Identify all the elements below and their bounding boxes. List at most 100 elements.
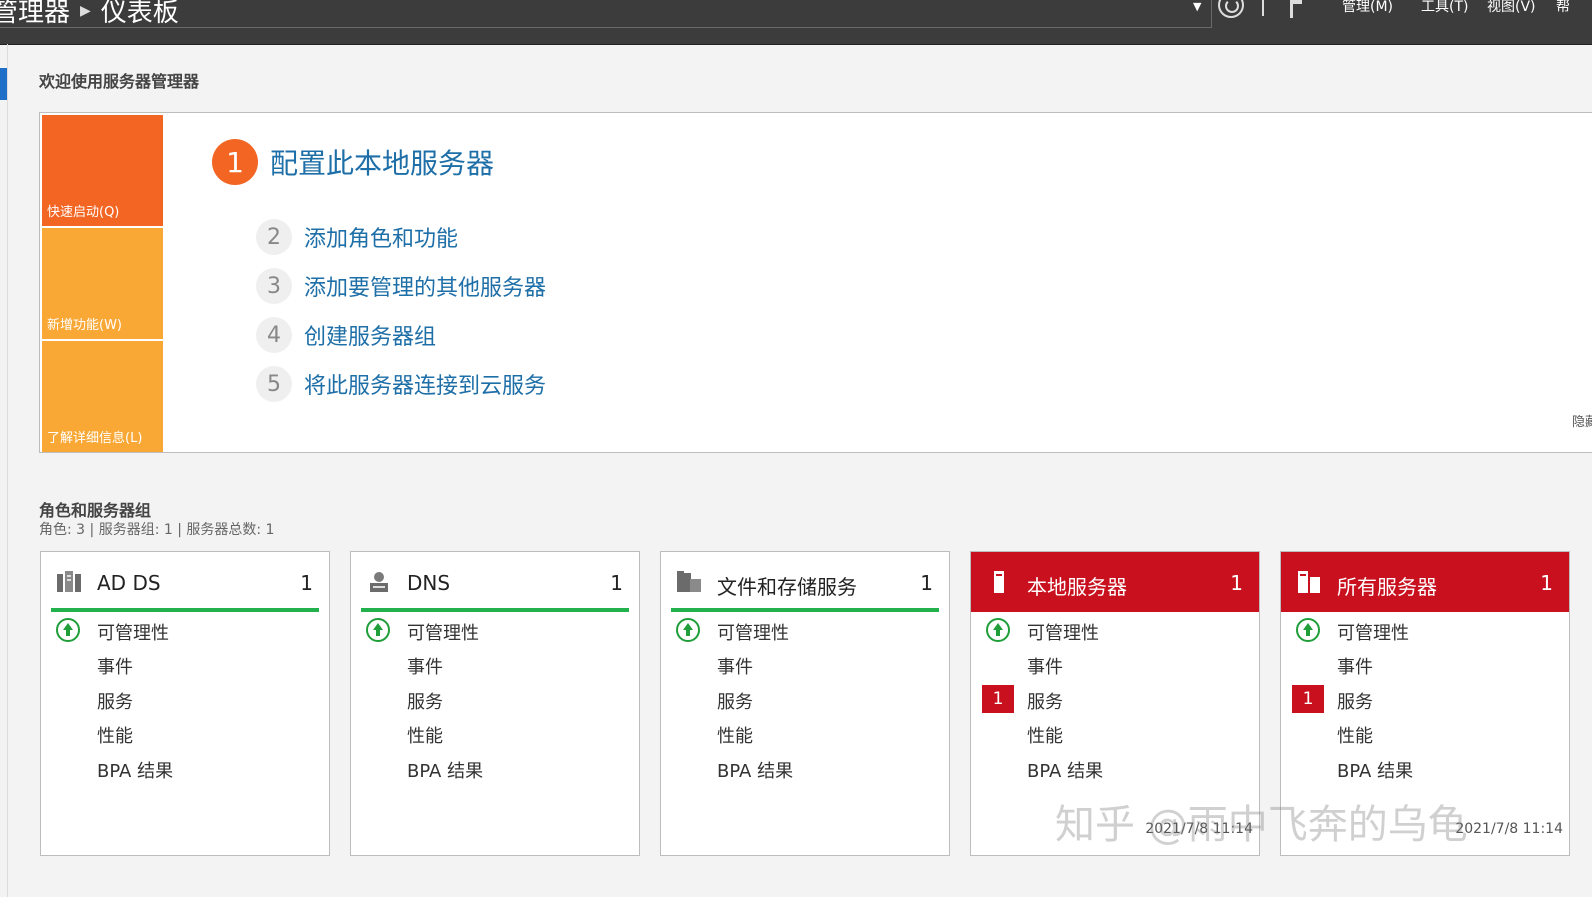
- row-performance[interactable]: 性能: [41, 718, 329, 750]
- step-connect-cloud[interactable]: 5 将此服务器连接到云服务: [256, 366, 546, 402]
- step-add-roles[interactable]: 2 添加角色和功能: [256, 219, 458, 255]
- roles-section-title: 角色和服务器组: [39, 501, 152, 520]
- status-label[interactable]: 性能: [407, 722, 443, 748]
- row-services[interactable]: 服务: [661, 684, 949, 716]
- status-label[interactable]: 事件: [407, 653, 443, 679]
- row-bpa-results[interactable]: BPA 结果: [41, 753, 329, 785]
- row-bpa-results[interactable]: BPA 结果: [971, 753, 1259, 785]
- status-label[interactable]: 可管理性: [1027, 619, 1099, 645]
- row-events[interactable]: 事件: [661, 649, 949, 681]
- card-header[interactable]: DNS 1: [351, 552, 639, 612]
- status-label[interactable]: 性能: [717, 722, 753, 748]
- tile-learn-more[interactable]: 了解详细信息(L): [42, 341, 163, 452]
- card-header[interactable]: 文件和存储服务 1: [661, 552, 949, 612]
- status-label[interactable]: 可管理性: [407, 619, 479, 645]
- status-ok-icon: [676, 618, 700, 642]
- card-timestamp: 2021/7/8 11:14: [1455, 821, 1563, 837]
- status-label[interactable]: 事件: [1337, 653, 1373, 679]
- status-label[interactable]: 性能: [1027, 722, 1063, 748]
- row-performance[interactable]: 性能: [661, 718, 949, 750]
- title-bar: 管理器 ▶ 仪表板 ▼ 管理(M) 工具(T) 视图(V) 帮: [0, 0, 1592, 45]
- row-manageability[interactable]: 可管理性: [41, 615, 329, 647]
- step-number-badge: 4: [256, 317, 292, 353]
- status-label[interactable]: 服务: [1337, 688, 1373, 714]
- refresh-icon[interactable]: [1218, 0, 1244, 18]
- role-card-file-storage[interactable]: 文件和存储服务 1 可管理性 事件 服务 性能 BPA 结果: [660, 551, 950, 856]
- step-label[interactable]: 添加要管理的其他服务器: [304, 270, 546, 302]
- status-ok-icon: [366, 618, 390, 642]
- row-bpa-results[interactable]: BPA 结果: [351, 753, 639, 785]
- row-services[interactable]: 1 服务: [971, 684, 1259, 716]
- status-label[interactable]: BPA 结果: [97, 757, 173, 783]
- status-label[interactable]: BPA 结果: [717, 757, 793, 783]
- status-label[interactable]: BPA 结果: [407, 757, 483, 783]
- status-label[interactable]: 事件: [717, 653, 753, 679]
- tile-quick-start[interactable]: 快速启动(Q): [42, 115, 163, 226]
- role-card-ad-ds[interactable]: AD DS 1 可管理性 事件 服务 性能 BPA 结果: [40, 551, 330, 856]
- chevron-down-icon[interactable]: ▼: [1193, 0, 1201, 13]
- notification-flag-icon[interactable]: [1290, 0, 1304, 18]
- status-label[interactable]: 服务: [1027, 688, 1063, 714]
- step-configure-local-server[interactable]: 1 配置此本地服务器: [212, 139, 494, 185]
- status-label[interactable]: BPA 结果: [1027, 757, 1103, 783]
- toolbar-divider: [1262, 0, 1264, 16]
- menu-tools[interactable]: 工具(T): [1421, 0, 1468, 16]
- row-performance[interactable]: 性能: [351, 718, 639, 750]
- row-events[interactable]: 事件: [971, 649, 1259, 681]
- status-label[interactable]: 事件: [1027, 653, 1063, 679]
- row-events[interactable]: 事件: [41, 649, 329, 681]
- status-label[interactable]: 事件: [97, 653, 133, 679]
- step-create-group[interactable]: 4 创建服务器组: [256, 317, 436, 353]
- row-manageability[interactable]: 可管理性: [1281, 615, 1569, 647]
- alert-count-badge: 1: [982, 685, 1014, 713]
- status-ok-icon: [986, 618, 1010, 642]
- row-performance[interactable]: 性能: [1281, 718, 1569, 750]
- status-label[interactable]: 可管理性: [717, 619, 789, 645]
- step-label[interactable]: 将此服务器连接到云服务: [304, 368, 546, 400]
- card-title[interactable]: 所有服务器: [1337, 571, 1437, 600]
- step-label[interactable]: 配置此本地服务器: [270, 142, 494, 182]
- all-servers-icon: [1298, 571, 1320, 593]
- roles-summary: 角色: 3 | 服务器组: 1 | 服务器总数: 1: [39, 522, 275, 538]
- card-header[interactable]: AD DS 1: [41, 552, 329, 612]
- tile-whats-new[interactable]: 新增功能(W): [42, 228, 163, 339]
- row-services[interactable]: 服务: [351, 684, 639, 716]
- card-header[interactable]: 所有服务器 1: [1281, 552, 1569, 612]
- breadcrumb-root[interactable]: 管理器: [0, 0, 70, 29]
- row-services[interactable]: 服务: [41, 684, 329, 716]
- status-label[interactable]: 可管理性: [97, 619, 169, 645]
- welcome-panel: 快速启动(Q) 新增功能(W) 了解详细信息(L) 1 配置此本地服务器 2 添…: [39, 112, 1592, 453]
- menu-manage[interactable]: 管理(M): [1342, 0, 1393, 16]
- step-label[interactable]: 添加角色和功能: [304, 221, 458, 253]
- row-performance[interactable]: 性能: [971, 718, 1259, 750]
- card-title[interactable]: 本地服务器: [1027, 571, 1127, 600]
- row-bpa-results[interactable]: BPA 结果: [1281, 753, 1569, 785]
- status-label[interactable]: 性能: [97, 722, 133, 748]
- card-title[interactable]: DNS: [407, 571, 450, 595]
- row-services[interactable]: 1 服务: [1281, 684, 1569, 716]
- step-add-servers[interactable]: 3 添加要管理的其他服务器: [256, 268, 546, 304]
- status-label[interactable]: 服务: [407, 688, 443, 714]
- hide-welcome-link[interactable]: 隐藏: [1572, 411, 1592, 430]
- row-events[interactable]: 事件: [351, 649, 639, 681]
- status-label[interactable]: BPA 结果: [1337, 757, 1413, 783]
- row-events[interactable]: 事件: [1281, 649, 1569, 681]
- card-header[interactable]: 本地服务器 1: [971, 552, 1259, 612]
- row-manageability[interactable]: 可管理性: [971, 615, 1259, 647]
- row-manageability[interactable]: 可管理性: [661, 615, 949, 647]
- file-storage-icon: [677, 571, 701, 592]
- step-number-badge: 1: [212, 139, 258, 185]
- menu-help[interactable]: 帮: [1556, 0, 1570, 16]
- sidebar-selected-indicator[interactable]: [0, 68, 7, 100]
- row-bpa-results[interactable]: BPA 结果: [661, 753, 949, 785]
- status-label[interactable]: 服务: [717, 688, 753, 714]
- role-card-dns[interactable]: DNS 1 可管理性 事件 服务 性能 BPA 结果: [350, 551, 640, 856]
- row-manageability[interactable]: 可管理性: [351, 615, 639, 647]
- card-title[interactable]: AD DS: [97, 571, 161, 595]
- status-label[interactable]: 性能: [1337, 722, 1373, 748]
- menu-view[interactable]: 视图(V): [1487, 0, 1536, 16]
- status-label[interactable]: 可管理性: [1337, 619, 1409, 645]
- status-label[interactable]: 服务: [97, 688, 133, 714]
- card-title[interactable]: 文件和存储服务: [717, 571, 857, 600]
- step-label[interactable]: 创建服务器组: [304, 319, 436, 351]
